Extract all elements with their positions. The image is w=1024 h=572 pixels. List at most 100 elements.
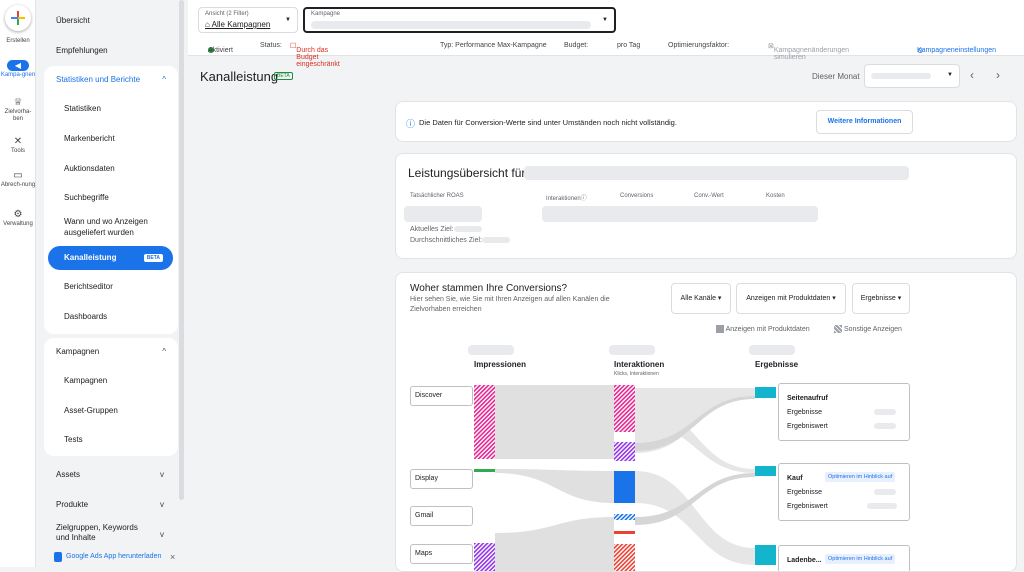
nav-panel: Übersicht Empfehlungen Statistiken und B…	[36, 0, 178, 567]
filter-value-text: Alle Kampagnen	[211, 20, 271, 29]
view-filter-dropdown[interactable]: Ansicht (2 Filter) ⌂ Alle Kampagnen ▼	[198, 7, 298, 33]
result-title: Kauf	[787, 475, 803, 482]
more-info-button[interactable]: Weitere Informationen	[816, 110, 913, 134]
nav-kanalleistung-selected[interactable]: Kanalleistung BETA	[48, 246, 173, 270]
node-result-purchase[interactable]	[755, 466, 776, 476]
nav-assets[interactable]: Assets	[56, 470, 80, 479]
result-card-store[interactable]: Ladenbe... Optimieren im Hinblick auf	[778, 545, 910, 571]
nav-sub-item[interactable]: Berichtseditor	[64, 282, 113, 291]
node-result-pageview[interactable]	[755, 387, 776, 398]
nav-stats-header[interactable]: Statistiken und Berichte	[56, 75, 140, 84]
channel-box[interactable]: Display	[410, 469, 473, 489]
beta-badge: BETA	[274, 72, 293, 80]
rail-label: Kampa-gnen	[0, 72, 36, 78]
node-display-impressions[interactable]	[474, 469, 495, 472]
settings-text: Kampagneneinstellungen	[917, 47, 997, 54]
nav-sub-item[interactable]: Suchbegriffe	[64, 193, 109, 202]
node-interactions-red[interactable]	[614, 531, 635, 534]
nav-kampagnen-header[interactable]: Kampagnen	[56, 347, 99, 356]
rail-item-zielvorhaben[interactable]: ♕ Zielvorha-ben	[0, 97, 36, 123]
channel-label: Gmail	[415, 512, 434, 519]
value-redacted	[874, 409, 896, 415]
node-gmail-interactions[interactable]	[614, 514, 635, 520]
chevron-down-icon[interactable]: v	[160, 470, 164, 479]
chevron-up-icon[interactable]: ^	[162, 75, 166, 84]
node-maps-interactions[interactable]	[614, 544, 635, 572]
nav-zielgruppen[interactable]: Zielgruppen, Keywords und Inhalte	[56, 523, 151, 543]
chevron-down-icon[interactable]: v	[160, 530, 164, 539]
rail-item-kampagnen[interactable]: ◀ Kampa-gnen	[0, 60, 36, 79]
nav-uebersicht[interactable]: Übersicht	[56, 16, 90, 25]
sankey-flow	[495, 469, 614, 503]
sankey-flow	[495, 385, 614, 459]
channel-label: Display	[415, 475, 438, 482]
target-row: Aktuelles Ziel:	[410, 226, 482, 233]
target-redacted	[453, 226, 482, 233]
close-icon[interactable]: ×	[170, 552, 175, 562]
overview-title: Leistungsübersicht für	[408, 166, 526, 180]
nav-produkte[interactable]: Produkte	[56, 500, 88, 509]
campaign-selector[interactable]: Kampagne ▼	[303, 7, 616, 33]
nav-empfehlungen[interactable]: Empfehlungen	[56, 46, 108, 55]
main-area: Ansicht (2 Filter) ⌂ Alle Kampagnen ▼ Ka…	[188, 0, 1024, 572]
chevron-down-icon[interactable]: v	[160, 500, 164, 509]
nav-sub-item[interactable]: Kampagnen	[64, 376, 107, 385]
nav-sub-item[interactable]: Dashboards	[64, 312, 107, 321]
result-card-pageview[interactable]: Seitenaufruf Ergebnisse Ergebniswert	[778, 383, 910, 441]
date-range-redacted	[871, 73, 931, 79]
metric-value-redacted	[542, 206, 818, 222]
result-card-purchase[interactable]: Kauf Optimieren im Hinblick auf Ergebnis…	[778, 463, 910, 521]
nav-sub-item[interactable]: Markenbericht	[64, 134, 115, 143]
rail-label: Verwaltung	[3, 221, 33, 227]
budget-label: Budget:	[564, 42, 589, 49]
date-range-dropdown[interactable]: ▼	[864, 64, 960, 88]
next-period-button[interactable]: ›	[996, 68, 1000, 82]
status-active-text: Aktiviert	[208, 47, 233, 54]
node-maps-impressions[interactable]	[474, 543, 495, 572]
metric-header-conv-value: Conv.-Wert	[694, 193, 724, 199]
nav-sub-item[interactable]: Statistiken	[64, 104, 101, 113]
sankey-diagram	[474, 385, 776, 572]
node-display-interactions[interactable]	[614, 471, 635, 503]
node-discover-interactions[interactable]	[614, 385, 635, 432]
prev-period-button[interactable]: ‹	[970, 68, 974, 82]
period-label: Dieser Monat	[812, 72, 860, 81]
nav-group-kampagnen: Kampagnen ^ Kampagnen Asset-Gruppen Test…	[44, 338, 178, 456]
campaign-label: Kampagne	[311, 11, 341, 17]
node-result-store[interactable]	[755, 545, 776, 565]
page-title: Kanalleistung	[200, 69, 279, 84]
channel-box[interactable]: Gmail	[410, 506, 473, 526]
nav-scrollbar[interactable]	[179, 0, 184, 500]
create-button[interactable]	[5, 5, 31, 31]
chevron-up-icon[interactable]: ^	[162, 347, 166, 356]
status-limited[interactable]: ☐ Durch das Budget eingeschränkt	[290, 42, 340, 68]
result-metric-label: Ergebnisse	[787, 409, 823, 416]
optimize-badge: Optimieren im Hinblick auf	[825, 554, 896, 564]
app-download-banner[interactable]: Google Ads App herunterladen ×	[48, 547, 182, 567]
campaign-name-redacted	[311, 21, 591, 29]
nav-sub-item[interactable]: Auktionsdaten	[64, 164, 115, 173]
channel-box[interactable]: Maps	[410, 544, 473, 564]
download-label: Google Ads App herunterladen	[66, 553, 162, 560]
nav-sub-item[interactable]: Asset-Gruppen	[64, 406, 118, 415]
channel-box[interactable]: Discover	[410, 386, 473, 406]
node-interactions-violet[interactable]	[614, 442, 635, 461]
simulate-link[interactable]: ⊠ Kampagnenänderungen simulieren	[768, 42, 849, 61]
rail-item-abrechnung[interactable]: ▭ Abrech-nung	[0, 170, 36, 189]
node-discover-impressions[interactable]	[474, 385, 495, 459]
nav-sub-item[interactable]: Tests	[64, 435, 83, 444]
rail-label: Zielvorha-ben	[4, 109, 32, 122]
metric-header-costs: Kosten	[766, 193, 785, 199]
rail-item-verwaltung[interactable]: ⚙ Verwaltung	[0, 209, 36, 228]
app-rail: Erstellen ◀ Kampa-gnen ♕ Zielvorha-ben ✕ To…	[0, 0, 36, 567]
nav-sub-label: Kanalleistung	[64, 253, 117, 262]
avg-target-label: Durchschnittliches Ziel:	[410, 237, 482, 244]
rail-item-tools[interactable]: ✕ Tools	[0, 136, 36, 155]
nav-sub-item[interactable]: Wann und wo Anzeigen ausgeliefert wurden	[64, 216, 164, 238]
tools-icon: ✕	[13, 136, 23, 147]
target-label: Aktuelles Ziel:	[410, 226, 454, 233]
help-icon[interactable]: ⓘ	[581, 196, 587, 202]
result-metric-label: Ergebnisse	[787, 489, 823, 496]
metric-header-conversions: Conversions	[620, 193, 654, 199]
info-icon: ⓘ	[406, 119, 416, 129]
